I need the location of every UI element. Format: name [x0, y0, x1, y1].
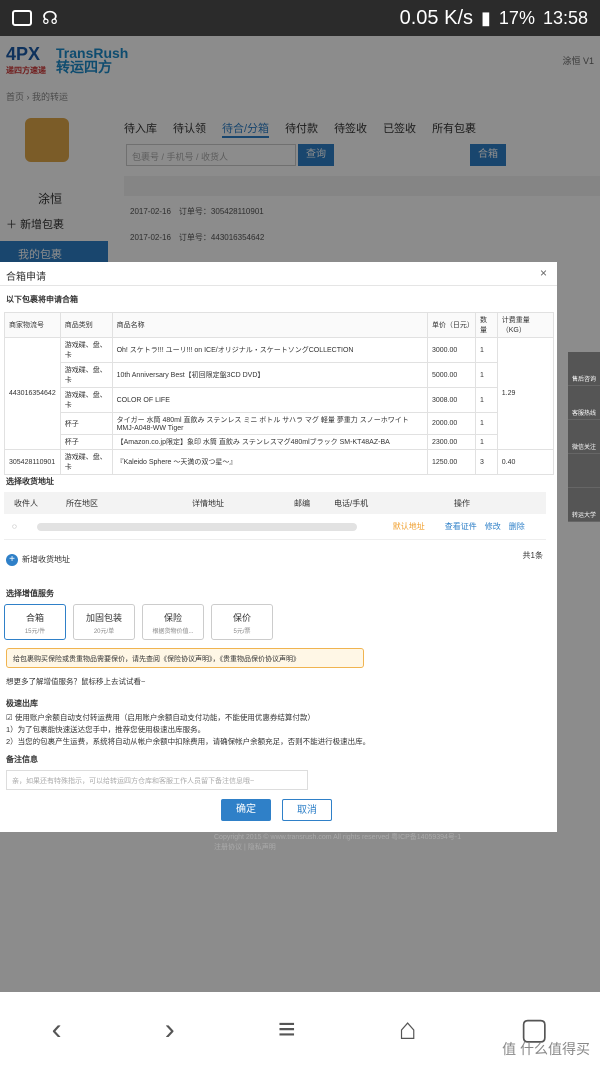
default-address-label: 默认地址 — [392, 522, 425, 531]
dialog-title: 合箱申请 — [0, 262, 557, 286]
plus-icon: + — [6, 554, 18, 566]
add-address-button[interactable]: + 新增收货地址 — [6, 554, 70, 566]
edit-link[interactable]: 修改 — [485, 521, 501, 532]
menu-icon[interactable]: ≡ — [278, 1013, 296, 1047]
cancel-button[interactable]: 取消 — [282, 799, 332, 821]
footer: Copyright 2015 © www.transrush.com All r… — [214, 834, 462, 852]
col-header: 邮编 — [294, 498, 310, 508]
watermark: 值 什么值得买 — [502, 1041, 590, 1057]
insurance-tip[interactable]: 给包裹购买保险或贵重物品需要保价，请先查阅《保险协议声明》，《贵重物品保价协议声… — [6, 648, 364, 668]
service-insurance[interactable]: 保险 根据货物价值... — [142, 604, 204, 640]
message-icon — [12, 10, 32, 26]
track-number: 305428110901 — [4, 449, 61, 475]
status-bar: ☊ 0.05 K/s ▮ 17% 13:58 — [0, 0, 600, 36]
product-name: 【Amazon.co.jp限定】象印 水筒 直飲み ステンレスマグ480mlブラ… — [111, 434, 428, 450]
product-name: 『Kaleido Sphere ～天満の双つ星～』 — [111, 449, 428, 475]
home-icon[interactable]: ⌂ — [399, 1013, 417, 1047]
table-row: 游戏碟、盘、卡 COLOR OF LIFE 3008.00 1 — [5, 387, 554, 413]
headset-icon: ☊ — [42, 7, 58, 28]
qty: 3 — [475, 449, 498, 475]
table-row: 443016354642 游戏碟、盘、卡 Oh! スケトラ!!! ユーリ!!! … — [4, 337, 555, 450]
col-header: 所在地区 — [66, 498, 98, 508]
track-number: 443016354642 — [4, 337, 61, 450]
clock: 13:58 — [542, 7, 588, 28]
col-header: 收件人 — [14, 498, 38, 508]
qty: 1 — [475, 412, 498, 435]
note-title: 备注信息 — [6, 755, 38, 764]
fast-title: 极速出库 — [6, 699, 38, 708]
hotline-icon[interactable]: 客服热线 — [568, 386, 600, 420]
table-row: 杯子 【Amazon.co.jp限定】象印 水筒 直飲み ステンレスマグ480m… — [5, 434, 554, 450]
col-header: 商家物流号 — [4, 312, 61, 338]
note-input[interactable]: 亲，如果还有特殊指示，可以给转运四方仓库和客服工作人员留下备注信息哦~ — [6, 770, 308, 790]
fast-checkbox[interactable]: ☑ 使用账户余额自动支付转运费用（启用账户余额自动支付功能，不能使用优惠券结算付… — [6, 712, 315, 723]
qty: 1 — [475, 337, 498, 363]
delete-link[interactable]: 删除 — [509, 521, 525, 532]
checkbox-icon[interactable]: ☑ — [6, 713, 13, 722]
footer-links[interactable]: 注册协议 | 隐私声明 — [214, 842, 461, 852]
close-icon[interactable]: × — [540, 266, 547, 280]
weight: 1.29 — [496, 337, 555, 450]
view-id-link[interactable]: 查看证件 — [445, 521, 477, 532]
confirm-button[interactable]: 确定 — [221, 799, 271, 821]
wechat-icon[interactable]: 微信关注 — [568, 420, 600, 454]
service-reinforce[interactable]: 加固包装 20元/单 — [73, 604, 135, 640]
service-combine[interactable]: 合箱 15元/件 — [4, 604, 66, 640]
category: 游戏碟、盘、卡 — [59, 449, 113, 475]
table-row: 游戏碟、盘、卡 10th Anniversary Best【初回限定盤3CD D… — [5, 362, 554, 388]
address-header: 收件人 所在地区 详情地址 邮编 电话/手机 操作 — [4, 492, 546, 514]
qty: 1 — [475, 387, 498, 413]
combine-dialog: 合箱申请 × 以下包裹将申请合箱 商家物流号 商品类别 商品名称 单价（日元） … — [0, 262, 557, 832]
float-toolbar: 售后咨询 客服热线 微信关注 转运大学 — [568, 352, 600, 522]
university-icon[interactable]: 转运大学 — [568, 488, 600, 522]
col-header: 单价（日元） — [426, 312, 477, 338]
weight: 0.40 — [496, 449, 555, 475]
product-name: COLOR OF LIFE — [111, 387, 428, 413]
product-name: Oh! スケトラ!!! ユーリ!!! on ICE/オリジナル・スケートソングC… — [111, 337, 428, 363]
service-title: 选择增值服务 — [6, 589, 54, 598]
price: 3000.00 — [426, 337, 477, 363]
qty: 1 — [475, 434, 498, 450]
col-header: 商品类别 — [59, 312, 113, 338]
col-header: 详情地址 — [192, 498, 224, 508]
service-valuation[interactable]: 保价 5元/票 — [211, 604, 273, 640]
battery-level: 17% — [498, 7, 535, 28]
signal-icon: ▮ — [481, 7, 491, 28]
back-icon[interactable]: ‹ — [52, 1013, 62, 1047]
col-header: 计费重量（KG） — [496, 312, 555, 338]
qrcode-icon[interactable] — [568, 454, 600, 488]
col-header: 电话/手机 — [334, 498, 369, 508]
address-row[interactable]: ◌ 默认地址 查看证件 修改 删除 — [4, 514, 546, 540]
price: 2300.00 — [426, 434, 477, 450]
fast-note-2: 2）当您的包裹产生运费，系统将自动从帐户余额中扣除费用，请确保帐户余额充足，否则… — [6, 737, 371, 746]
category: 游戏碟、盘、卡 — [59, 337, 113, 363]
price: 3008.00 — [426, 387, 477, 413]
subtitle: 以下包裹将申请合箱 — [6, 295, 78, 304]
col-header: 数量 — [475, 312, 498, 338]
category: 游戏碟、盘、卡 — [59, 362, 113, 388]
price: 2000.00 — [426, 412, 477, 435]
network-speed: 0.05 K/s — [399, 6, 474, 29]
qty: 1 — [475, 362, 498, 388]
product-name: タイガー 水筒 480ml 直飲み ステンレス ミニ ボトル サハラ マグ 軽量… — [111, 412, 428, 435]
address-title: 选择收货地址 — [6, 477, 54, 486]
category: 杯子 — [59, 434, 113, 450]
items-table: 商家物流号 商品类别 商品名称 单价（日元） 数量 计费重量（KG） 44301… — [4, 312, 555, 475]
address-total: 共1条 — [522, 551, 543, 560]
category: 杯子 — [59, 412, 113, 435]
col-header: 商品名称 — [111, 312, 428, 338]
more-services-link[interactable]: 想更多了解增值服务？鼠标移上去试试看~ — [6, 676, 145, 687]
price: 5000.00 — [426, 362, 477, 388]
forward-icon[interactable]: › — [165, 1013, 175, 1047]
price: 1250.00 — [426, 449, 477, 475]
radio-icon[interactable]: ◌ — [4, 522, 17, 531]
col-header: 操作 — [454, 498, 470, 508]
fast-note-1: 1）为了包裹能快速送达您手中，推荐您使用极速出库服务。 — [6, 725, 206, 734]
blurred-address — [36, 522, 357, 531]
product-name: 10th Anniversary Best【初回限定盤3CD DVD】 — [111, 362, 428, 388]
table-row: 杯子 タイガー 水筒 480ml 直飲み ステンレス ミニ ボトル サハラ マグ… — [5, 412, 554, 435]
after-sales-icon[interactable]: 售后咨询 — [568, 352, 600, 386]
table-row: 305428110901 游戏碟、盘、卡 『Kaleido Sphere ～天満… — [4, 449, 555, 475]
category: 游戏碟、盘、卡 — [59, 387, 113, 413]
